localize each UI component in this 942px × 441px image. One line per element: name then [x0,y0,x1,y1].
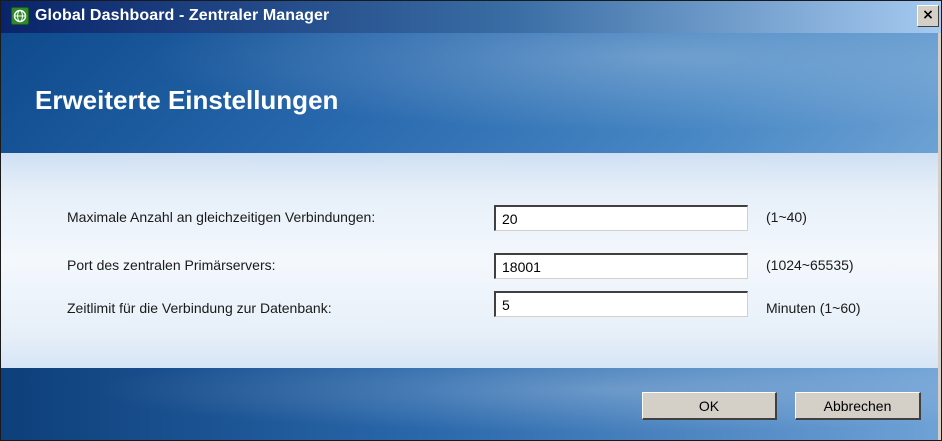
db-timeout-range-hint: Minuten (1~60) [766,300,861,316]
primary-server-port-range-hint: (1024~65535) [766,257,854,273]
page-title: Erweiterte Einstellungen [35,85,339,115]
max-connections-label: Maximale Anzahl an gleichzeitigen Verbin… [67,209,376,225]
window-right-edge [938,33,941,440]
settings-panel: Maximale Anzahl an gleichzeitigen Verbin… [1,153,941,368]
max-connections-input[interactable] [494,205,748,231]
db-timeout-label: Zeitlimit für die Verbindung zur Datenba… [67,300,332,316]
window-title: Global Dashboard - Zentraler Manager [35,7,330,24]
close-icon[interactable]: × [917,5,939,27]
dialog-window: Global Dashboard - Zentraler Manager × E… [0,0,942,441]
app-globe-icon [11,7,29,25]
cancel-button[interactable]: Abbrechen [795,392,921,420]
max-connections-range-hint: (1~40) [766,209,807,225]
dialog-footer: OK Abbrechen [1,368,941,440]
dialog-header-banner: Erweiterte Einstellungen [1,33,941,153]
ok-button[interactable]: OK [642,392,777,420]
primary-server-port-label: Port des zentralen Primärservers: [67,257,276,273]
db-timeout-input[interactable] [494,291,748,317]
title-bar[interactable]: Global Dashboard - Zentraler Manager × [1,1,941,33]
primary-server-port-input[interactable] [494,253,748,279]
